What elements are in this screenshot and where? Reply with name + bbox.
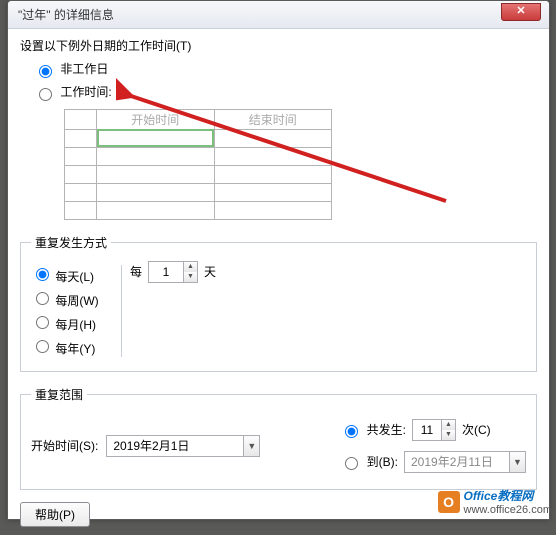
- radio-working-text: 工作时间:: [60, 85, 111, 99]
- range-group: 重复范围 开始时间(S): ▼ 共发生: ▲▼ 次(C): [20, 386, 537, 490]
- watermark-text: Office教程网: [464, 489, 534, 503]
- table-cell[interactable]: [97, 129, 215, 147]
- chevron-down-icon[interactable]: ▼: [243, 436, 259, 456]
- table-row: [65, 183, 97, 201]
- time-table-wrap: 开始时间 结束时间: [64, 109, 332, 220]
- window-title: "过年" 的详细信息: [18, 6, 114, 23]
- range-legend: 重复范围: [31, 386, 87, 403]
- time-table: 开始时间 结束时间: [64, 109, 332, 220]
- until-label: 到(B):: [367, 453, 398, 470]
- until-date-combo[interactable]: ▼: [404, 451, 526, 473]
- occur-input[interactable]: [413, 420, 441, 440]
- occur-label: 共发生:: [367, 421, 406, 438]
- chevron-down-icon[interactable]: ▼: [509, 452, 525, 472]
- occur-suffix: 次(C): [462, 421, 491, 438]
- instruction-label: 设置以下例外日期的工作时间(T): [20, 37, 537, 54]
- watermark: O Office教程网 www.office26.com: [438, 487, 552, 516]
- until-date-input[interactable]: [405, 455, 509, 469]
- radio-nonworking[interactable]: [39, 65, 52, 78]
- radio-weekly[interactable]: [36, 292, 49, 305]
- table-cell[interactable]: [214, 129, 332, 147]
- chevron-up-icon[interactable]: ▲: [184, 262, 197, 272]
- table-cell[interactable]: [97, 147, 215, 165]
- start-date-combo[interactable]: ▼: [106, 435, 260, 457]
- table-cell[interactable]: [214, 165, 332, 183]
- radio-daily[interactable]: [36, 268, 49, 281]
- office-icon: O: [438, 491, 460, 513]
- table-cell[interactable]: [97, 165, 215, 183]
- radio-daily-text: 每天(L): [55, 270, 94, 284]
- recurrence-legend: 重复发生方式: [31, 234, 111, 251]
- table-row: [65, 165, 97, 183]
- help-button[interactable]: 帮助(P): [20, 502, 90, 527]
- radio-working-label[interactable]: 工作时间:: [34, 83, 537, 101]
- chevron-down-icon[interactable]: ▼: [184, 272, 197, 282]
- table-cell[interactable]: [97, 183, 215, 201]
- radio-yearly[interactable]: [36, 340, 49, 353]
- radio-yearly-label[interactable]: 每年(Y): [31, 337, 113, 357]
- table-cell[interactable]: [214, 201, 332, 219]
- radio-nonworking-text: 非工作日: [60, 62, 108, 76]
- radio-monthly-label[interactable]: 每月(H): [31, 313, 113, 333]
- chevron-down-icon[interactable]: ▼: [442, 430, 455, 440]
- table-cell[interactable]: [214, 183, 332, 201]
- table-row: [65, 129, 97, 147]
- spinner-buttons[interactable]: ▲▼: [183, 262, 197, 282]
- radio-until[interactable]: [345, 457, 358, 470]
- table-row: [65, 147, 97, 165]
- radio-daily-label[interactable]: 每天(L): [31, 265, 113, 285]
- chevron-up-icon[interactable]: ▲: [442, 420, 455, 430]
- start-label: 开始时间(S):: [31, 437, 98, 454]
- days-label: 天: [204, 263, 216, 280]
- occur-spinner[interactable]: ▲▼: [412, 419, 456, 441]
- every-label: 每: [130, 263, 142, 280]
- worktime-radio-group: 非工作日 工作时间:: [34, 60, 537, 101]
- dialog-window: "过年" 的详细信息 ✕ 设置以下例外日期的工作时间(T) 非工作日 工作时间:…: [7, 0, 550, 520]
- radio-monthly[interactable]: [36, 316, 49, 329]
- separator: [121, 265, 122, 357]
- radio-monthly-text: 每月(H): [55, 318, 96, 332]
- every-input[interactable]: [149, 262, 183, 282]
- every-spinner[interactable]: ▲▼: [148, 261, 198, 283]
- col-start: 开始时间: [97, 109, 215, 129]
- col-end: 结束时间: [214, 109, 332, 129]
- close-button[interactable]: ✕: [501, 3, 541, 21]
- start-date-input[interactable]: [107, 439, 243, 453]
- table-cell[interactable]: [214, 147, 332, 165]
- recurrence-group: 重复发生方式 每天(L) 每周(W) 每月(H) 每年(Y) 每 ▲▼ 天: [20, 234, 537, 372]
- spinner-buttons[interactable]: ▲▼: [441, 420, 455, 440]
- radio-working[interactable]: [39, 88, 52, 101]
- radio-yearly-text: 每年(Y): [55, 342, 95, 356]
- table-corner: [65, 109, 97, 129]
- recurrence-pattern: 每天(L) 每周(W) 每月(H) 每年(Y): [31, 261, 113, 361]
- table-row: [65, 201, 97, 219]
- watermark-url: www.office26.com: [464, 504, 552, 516]
- radio-nonworking-label[interactable]: 非工作日: [34, 60, 537, 78]
- radio-weekly-label[interactable]: 每周(W): [31, 289, 113, 309]
- titlebar: "过年" 的详细信息 ✕: [8, 1, 549, 29]
- radio-weekly-text: 每周(W): [55, 294, 98, 308]
- every-row: 每 ▲▼ 天: [130, 261, 216, 283]
- radio-occurrences[interactable]: [345, 425, 358, 438]
- table-cell[interactable]: [97, 201, 215, 219]
